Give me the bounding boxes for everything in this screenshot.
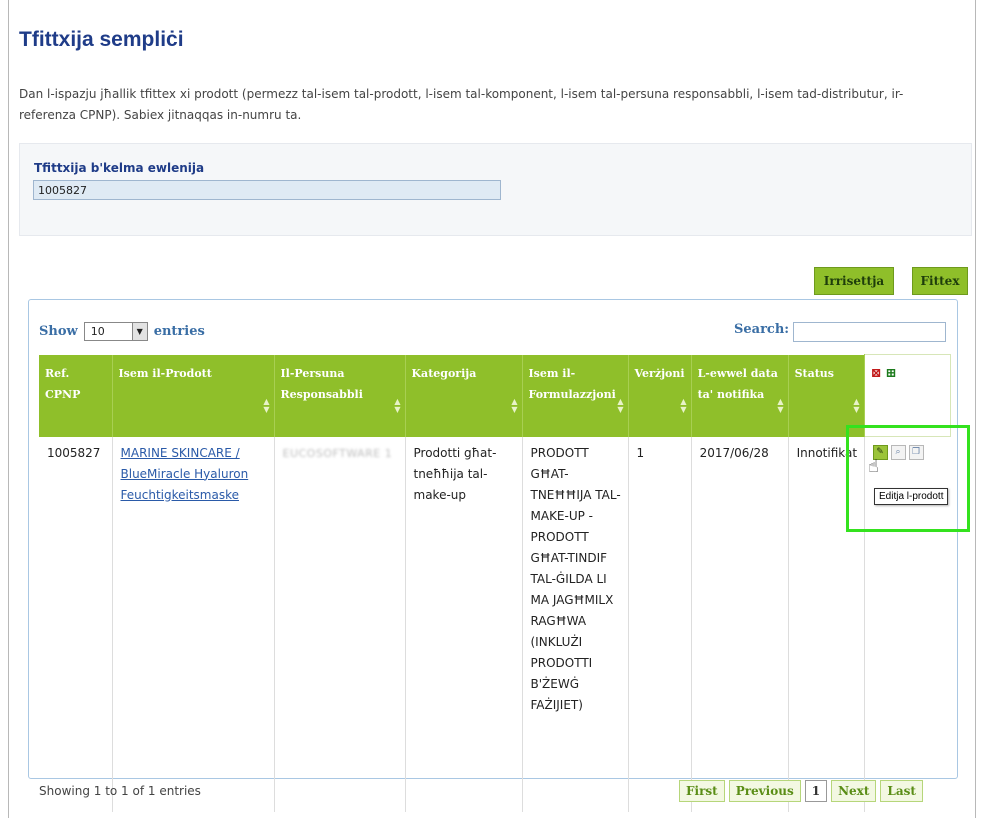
sort-icon: ▲ ▼ [777,395,784,414]
column-header-responsible[interactable]: Il-Persuna Responsabbli ▲ ▼ [274,354,406,437]
cell-responsible: EUCOSOFTWARE 1 [274,436,406,812]
copy-icon[interactable]: ❐ [908,445,924,460]
column-header-product[interactable]: Isem il-Prodott ▲ ▼ [112,354,275,437]
entries-label: entries [153,324,205,339]
cell-ref: 1005827 [39,436,113,812]
page-size-select[interactable]: 10 ▼ [83,322,148,341]
view-icon[interactable]: ⌕ [890,445,906,460]
cell-status: Innotifikat [788,436,865,812]
show-label: Show [39,324,78,339]
hand-cursor-icon: ☝ [868,456,879,477]
pager-next-button[interactable]: Next [831,780,877,802]
excel-export-icon[interactable]: ⊞ [885,366,896,381]
sort-icon: ▲ ▼ [394,395,401,414]
cell-formulation: PRODOTT GĦAT-TNEĦĦIJA TAL-MAKE-UP - PROD… [522,436,629,812]
cell-first-notification: 2017/06/28 [691,436,789,812]
table-search-label: Search: [734,322,790,337]
pagination: First Previous 1 Next Last [679,780,923,802]
pager-first-button[interactable]: First [679,780,725,802]
keyword-search-input[interactable] [33,180,501,200]
product-link[interactable]: MARINE SKINCARE / BlueMiracle Hyaluron F… [121,446,249,502]
keyword-search-label: Tfittxija b'kelma ewlenija [34,161,205,175]
results-table-panel: Show 10 ▼ entries Search: Ref. CPNP Isem… [28,299,958,812]
row-actions: ✎ ⌕ ❐ [872,445,945,460]
column-header-version[interactable]: Verżjoni ▲ ▼ [628,354,692,437]
column-header-ref[interactable]: Ref. CPNP [39,354,113,437]
table-info: Showing 1 to 1 of 1 entries [39,784,201,798]
reset-button[interactable]: Irrisettja [814,267,894,295]
table-search-input[interactable] [793,322,946,342]
chevron-down-icon: ▼ [131,323,147,340]
pdf-export-icon[interactable]: ⊠ [871,366,882,381]
pager-page-1[interactable]: 1 [804,780,828,802]
column-header-formulation[interactable]: Isem il-Formulazzjoni ▲ ▼ [522,354,629,437]
sort-icon: ▲ ▼ [853,395,860,414]
page-size-control: Show 10 ▼ entries [39,322,205,341]
cell-product: MARINE SKINCARE / BlueMiracle Hyaluron F… [112,436,275,812]
page-title: Tfittxija sempliċi [19,28,184,51]
page-size-value: 10 [90,325,105,338]
sort-icon: ▲ ▼ [617,395,624,414]
sort-icon: ▲ ▼ [511,395,518,414]
page-description: Dan l-ispazju jħallik tfittex xi prodott… [19,87,904,122]
results-table: Ref. CPNP Isem il-Prodott ▲ ▼ Il-Persuna R… [39,354,951,812]
sort-icon: ▲ ▼ [263,395,270,414]
table-row: 1005827 MARINE SKINCARE / BlueMiracle Hy… [39,436,950,812]
column-header-first-notification[interactable]: L-ewwel data ta' notifika ▲ ▼ [691,354,789,437]
column-header-status[interactable]: Status ▲ ▼ [788,354,865,437]
cell-version: 1 [628,436,692,812]
pager-previous-button[interactable]: Previous [728,780,801,802]
column-header-category[interactable]: Kategorija ▲ ▼ [405,354,523,437]
search-button[interactable]: Fittex [912,267,968,295]
search-panel: Tfittxija b'kelma ewlenija [19,143,972,236]
responsible-person: EUCOSOFTWARE 1 [282,446,393,460]
sort-icon: ▲ ▼ [680,395,687,414]
cell-category: Prodotti għat-tneħħija tal-make-up [405,436,523,812]
edit-tooltip: Editja l-prodott [874,488,949,505]
pager-last-button[interactable]: Last [880,780,923,802]
column-header-export: ⊠ ⊞ [863,354,951,437]
